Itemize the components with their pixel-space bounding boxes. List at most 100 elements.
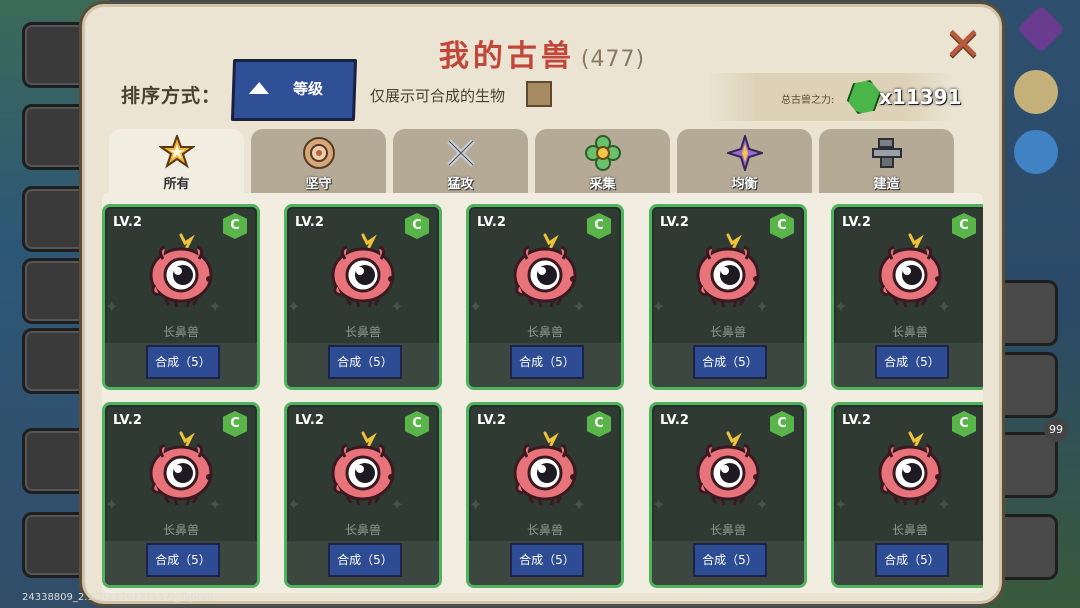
rarity-badge: C — [587, 213, 611, 239]
blue-slime-icon[interactable] — [1014, 130, 1058, 174]
panel-title: 我的古兽 (477) — [85, 31, 999, 75]
only-mergeable-checkbox[interactable] — [526, 81, 552, 107]
creature-level: LV.2 — [660, 413, 689, 428]
tab-build[interactable]: 建造 — [819, 129, 954, 193]
creature-card[interactable]: LV.2 C ✦✦ 长鼻兽 合成（5） — [284, 402, 442, 588]
rarity-badge: C — [223, 213, 247, 239]
merge-button[interactable]: 合成（5） — [693, 543, 767, 577]
creature-card[interactable]: LV.2 C ✦✦ 长鼻兽 合成（5） — [102, 402, 260, 588]
sort-button-label: 等级 — [292, 80, 324, 98]
creature-name: 长鼻兽 — [709, 523, 746, 537]
creature-level: LV.2 — [842, 413, 871, 428]
merge-button[interactable]: 合成（5） — [510, 543, 584, 577]
tab-build-label: 建造 — [873, 177, 900, 192]
creature-count: (477) — [580, 47, 646, 72]
tab-all[interactable]: 所有 — [109, 129, 244, 197]
creature-level: LV.2 — [477, 413, 506, 428]
card-footer: 合成（5） — [834, 541, 983, 585]
rarity-badge: C — [770, 411, 794, 437]
crest-decoration: ✦✦ — [105, 495, 312, 514]
my-creatures-panel: 我的古兽 (477) ✕ 排序方式： 等级 仅展示可合成的生物 总古兽之力: x1… — [82, 4, 1002, 604]
tab-all-label: 所有 — [163, 177, 190, 192]
merge-button[interactable]: 合成（5） — [328, 543, 402, 577]
creature-level: LV.2 — [295, 413, 324, 428]
creature-card[interactable]: LV.2 C ✦✦ 长鼻兽 合成（5） — [466, 402, 624, 588]
rarity-badge: C — [952, 213, 976, 239]
rarity-badge: C — [405, 213, 429, 239]
tab-balance-label: 均衡 — [731, 177, 758, 192]
creature-level: LV.2 — [842, 215, 871, 230]
sort-ascending-icon — [248, 82, 270, 94]
sort-label: 排序方式： — [121, 85, 222, 107]
card-footer: 合成（5） — [105, 343, 257, 387]
shield-icon — [302, 137, 335, 169]
crest-decoration: ✦✦ — [105, 297, 312, 316]
total-power-value: x11391 — [879, 85, 962, 109]
creature-name: 长鼻兽 — [162, 325, 199, 339]
total-power-display: 总古兽之力: x11391 — [707, 73, 961, 121]
creature-card[interactable]: LV.2 C ✦✦ 长鼻兽 合成（5） — [649, 204, 807, 390]
creature-name: 长鼻兽 — [526, 523, 563, 537]
merge-button[interactable]: 合成（5） — [328, 345, 402, 379]
tab-attack-label: 猛攻 — [447, 177, 474, 192]
panel-title-text: 我的古兽 — [438, 39, 575, 74]
merge-button[interactable]: 合成（5） — [146, 345, 220, 379]
creature-level: LV.2 — [295, 215, 324, 230]
sort-by-level-button[interactable]: 等级 — [230, 59, 358, 121]
tab-attack[interactable]: 猛攻 — [393, 129, 528, 193]
crest-decoration: ✦✦ — [834, 297, 951, 316]
rarity-badge: C — [405, 411, 429, 437]
only-mergeable-label: 仅展示可合成的生物 — [370, 87, 506, 105]
star-icon — [158, 135, 195, 169]
creature-level: LV.2 — [477, 215, 506, 230]
merge-button[interactable]: 合成（5） — [146, 543, 220, 577]
creature-name: 长鼻兽 — [344, 325, 381, 339]
merge-button[interactable]: 合成（5） — [875, 543, 949, 577]
anvil-icon — [871, 138, 902, 168]
creature-card[interactable]: LV.2 C ✦✦ 长鼻兽 合成（5） — [102, 204, 260, 390]
tab-balance[interactable]: 均衡 — [677, 129, 812, 193]
creature-name: 长鼻兽 — [709, 325, 746, 339]
creature-name: 长鼻兽 — [891, 523, 928, 537]
compass-icon — [726, 135, 763, 171]
creature-card[interactable]: LV.2 C ✦✦ 长鼻兽 合成（5） — [284, 204, 442, 390]
rarity-badge: C — [952, 411, 976, 437]
merge-button[interactable]: 合成（5） — [875, 345, 949, 379]
crest-decoration: ✦✦ — [652, 297, 859, 316]
card-footer: 合成（5） — [652, 343, 804, 387]
swords-icon — [446, 139, 475, 167]
creature-name: 长鼻兽 — [344, 523, 381, 537]
creature-card[interactable]: LV.2 C ✦✦ 长鼻兽 合成（5） — [466, 204, 624, 390]
crest-decoration: ✦✦ — [287, 297, 494, 316]
tab-gather[interactable]: 采集 — [535, 129, 670, 193]
creature-card[interactable]: LV.2 C ✦✦ 长鼻兽 合成（5） — [649, 402, 807, 588]
creature-level: LV.2 — [113, 413, 142, 428]
wood-resource-icon[interactable] — [1014, 70, 1058, 114]
flower-icon — [584, 135, 621, 171]
crest-decoration: ✦✦ — [287, 495, 494, 514]
creature-card[interactable]: LV.2 C ✦✦ 长鼻兽 合成（5） — [831, 204, 983, 390]
crest-decoration: ✦✦ — [469, 495, 676, 514]
tab-defense-label: 坚守 — [305, 177, 332, 192]
tab-defense[interactable]: 坚守 — [251, 129, 386, 193]
close-icon[interactable]: ✕ — [943, 21, 983, 67]
crest-decoration: ✦✦ — [469, 297, 676, 316]
rarity-badge: C — [587, 411, 611, 437]
card-footer: 合成（5） — [469, 343, 621, 387]
crest-decoration: ✦✦ — [834, 495, 951, 514]
crest-decoration: ✦✦ — [652, 495, 859, 514]
merge-button[interactable]: 合成（5） — [693, 345, 767, 379]
card-footer: 合成（5） — [105, 541, 257, 585]
tab-gather-label: 采集 — [589, 177, 616, 192]
card-footer: 合成（5） — [652, 541, 804, 585]
creature-card[interactable]: LV.2 C ✦✦ 长鼻兽 合成（5） — [831, 402, 983, 588]
version-text: 24338809_2.9.2(2110131117)_Taptap — [22, 592, 214, 603]
creature-level: LV.2 — [660, 215, 689, 230]
total-power-label: 总古兽之力: — [781, 95, 835, 106]
merge-button[interactable]: 合成（5） — [510, 345, 584, 379]
creature-grid: LV.2 C ✦✦ 长鼻兽 合成（5） LV.2 C ✦✦ 长鼻兽 合成（5） … — [102, 193, 983, 593]
card-footer: 合成（5） — [469, 541, 621, 585]
card-footer: 合成（5） — [287, 541, 439, 585]
creature-name: 长鼻兽 — [162, 523, 199, 537]
rarity-badge: C — [770, 213, 794, 239]
